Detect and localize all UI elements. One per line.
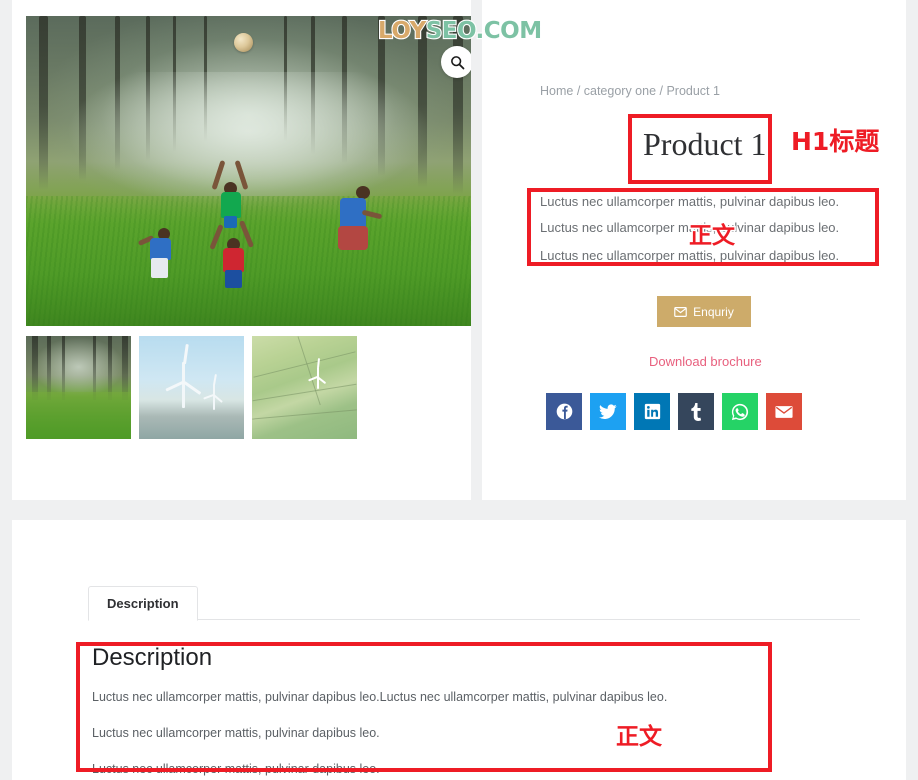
product-page: Home / category one / Product 1 Product … [0, 0, 918, 780]
zoom-icon[interactable] [441, 46, 471, 78]
facebook-icon [556, 403, 572, 420]
short-desc-line-1: Luctus nec ullamcorper mattis, pulvinar … [540, 194, 840, 209]
ball [234, 33, 253, 52]
enquiry-button[interactable]: Enquriy [657, 296, 751, 327]
product-gallery-card [12, 0, 471, 500]
product-main-image[interactable] [26, 16, 471, 326]
thumbnail-strip [26, 336, 357, 439]
watermark-part-a: LOY [377, 17, 427, 45]
twitter-icon [599, 403, 617, 419]
product-top-section: Home / category one / Product 1 Product … [0, 0, 918, 502]
product-tabs: Description [88, 586, 860, 621]
site-watermark: LOYSEO.COM [377, 17, 544, 45]
page-title: Product 1 [643, 126, 767, 162]
forest-scene [26, 16, 471, 326]
mist-overlay [26, 71, 471, 215]
breadcrumb[interactable]: Home / category one / Product 1 [540, 84, 720, 98]
turbine-farm [308, 357, 327, 390]
whatsapp-icon [731, 403, 749, 420]
short-desc-line-2: Luctus nec ullamcorper mattis, pulvinar … [540, 220, 840, 235]
watermark-part-b: SEO.COM [425, 17, 544, 45]
description-paragraph-2: Luctus nec ullamcorper mattis, pulvinar … [92, 726, 380, 740]
enquiry-button-label: Enquriy [693, 304, 734, 319]
product-short-description: Luctus nec ullamcorper mattis, pulvinar … [540, 192, 880, 272]
thumbnail-wind-turbines[interactable] [139, 336, 244, 439]
description-paragraph-3: Luctus nec ullamcorper mattis, pulvinar … [92, 762, 380, 776]
turbine-small [203, 374, 223, 410]
description-heading: Description [92, 644, 213, 671]
linkedin-icon [644, 403, 660, 420]
description-paragraph-1: Luctus nec ullamcorper mattis, pulvinar … [92, 690, 668, 704]
envelope-icon [674, 306, 687, 317]
envelope-share-icon [775, 405, 793, 418]
kid-blue-left [137, 222, 178, 284]
thumbnail-forest[interactable] [26, 336, 131, 439]
short-desc-line-3: Luctus nec ullamcorper mattis, pulvinar … [540, 248, 840, 263]
description-content: Description Luctus nec ullamcorper matti… [92, 644, 772, 780]
kid-red [209, 216, 255, 288]
facebook-share-button[interactable] [546, 393, 582, 430]
email-share-button[interactable] [766, 393, 802, 430]
linkedin-share-button[interactable] [634, 393, 670, 430]
thumbnail-farmland[interactable] [252, 336, 357, 439]
tab-description[interactable]: Description [88, 586, 198, 621]
turbine-large [165, 344, 202, 408]
social-share-row [546, 393, 802, 430]
whatsapp-share-button[interactable] [722, 393, 758, 430]
twitter-share-button[interactable] [590, 393, 626, 430]
kid-blue-right [332, 186, 384, 264]
download-brochure-link[interactable]: Download brochure [649, 354, 762, 369]
tumblr-icon [691, 402, 702, 421]
tumblr-share-button[interactable] [678, 393, 714, 430]
